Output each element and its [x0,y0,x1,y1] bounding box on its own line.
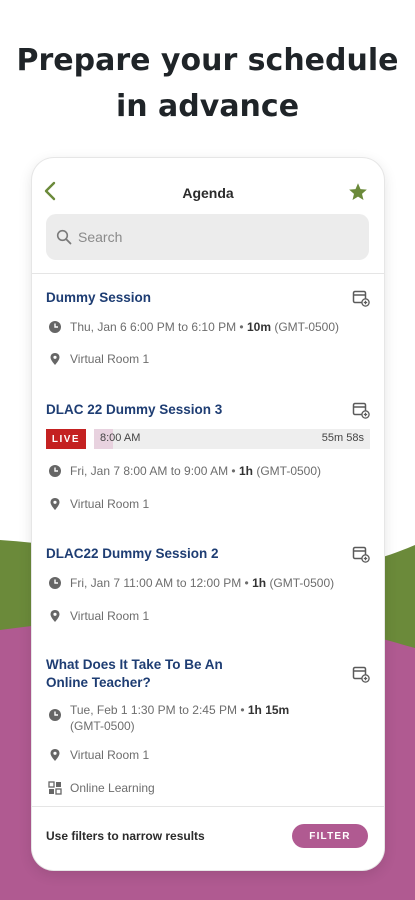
session-time: Thu, Jan 6 6:00 PM to 6:10 PM • 10m (GMT… [70,320,340,334]
session-title[interactable]: What Does It Take To Be An Online Teache… [46,656,256,692]
session-item[interactable]: DLAC22 Dummy Session 2 Fri, Jan 7 11:00 … [46,545,370,635]
headline-line-2: in advance [115,89,300,124]
session-time-row: Tue, Feb 1 1:30 PM to 2:45 PM • 1h 15m (G… [46,702,316,734]
live-start-time: 8:00 AM [100,432,141,444]
add-to-calendar-icon[interactable] [352,289,370,307]
phone-screen: Agenda Dummy Session Thu, Jan 6 6:00 PM … [32,158,384,870]
session-location: Virtual Room 1 [70,748,150,762]
star-icon[interactable] [348,182,368,202]
session-title[interactable]: DLAC22 Dummy Session 2 [46,545,316,563]
live-progress-bar: 8:00 AM 55m 58s [94,429,370,449]
session-time: Tue, Feb 1 1:30 PM to 2:45 PM • 1h 15m (G… [70,703,290,733]
session-time-row: Fri, Jan 7 11:00 AM to 12:00 PM • 1h (GM… [46,575,334,591]
headline-line-1: Prepare your schedule [16,43,399,78]
live-badge: LIVE [46,429,86,449]
clock-icon [49,465,61,477]
location-pin-icon [50,498,60,510]
search-input[interactable] [78,229,369,245]
session-track: Online Learning [70,781,155,795]
session-location-row: Virtual Room 1 [46,496,149,512]
divider [32,273,384,274]
session-item[interactable]: DLAC 22 Dummy Session 3 LIVE 8:00 AM 55m… [46,401,370,516]
session-track-row: Online Learning [46,780,155,796]
page-title: Agenda [182,185,234,201]
filter-footer: Use filters to narrow results FILTER [32,806,384,870]
clock-icon [49,577,61,589]
top-bar: Agenda [32,158,384,218]
live-progress-row: LIVE 8:00 AM 55m 58s [46,429,370,449]
session-time: Fri, Jan 7 8:00 AM to 9:00 AM • 1h (GMT-… [70,464,322,478]
search-icon [56,229,72,245]
session-item[interactable]: What Does It Take To Be An Online Teache… [46,656,370,801]
session-location: Virtual Room 1 [70,352,150,366]
add-to-calendar-icon[interactable] [352,401,370,419]
search-bar[interactable] [46,214,369,260]
session-time-row: Thu, Jan 6 6:00 PM to 6:10 PM • 10m (GMT… [46,319,339,335]
session-time: Fri, Jan 7 11:00 AM to 12:00 PM • 1h (GM… [70,576,335,590]
location-pin-icon [50,353,60,365]
session-time-row: Fri, Jan 7 8:00 AM to 9:00 AM • 1h (GMT-… [46,463,321,479]
session-item[interactable]: Dummy Session Thu, Jan 6 6:00 PM to 6:10… [46,289,370,379]
session-location-row: Virtual Room 1 [46,351,149,367]
add-to-calendar-icon[interactable] [352,545,370,563]
session-location-row: Virtual Room 1 [46,747,149,763]
session-location: Virtual Room 1 [70,497,150,511]
live-time-remaining: 55m 58s [321,432,364,444]
headline: Prepare your schedule in advance [0,38,415,130]
clock-icon [49,709,61,721]
session-title[interactable]: DLAC 22 Dummy Session 3 [46,401,316,419]
filter-hint: Use filters to narrow results [46,829,205,843]
session-title[interactable]: Dummy Session [46,289,316,307]
track-category-icon [48,781,62,795]
add-to-calendar-icon[interactable] [352,665,370,683]
location-pin-icon [50,749,60,761]
location-pin-icon [50,610,60,622]
clock-icon [49,321,61,333]
session-location-row: Virtual Room 1 [46,608,149,624]
filter-button[interactable]: FILTER [292,824,368,848]
session-location: Virtual Room 1 [70,609,150,623]
